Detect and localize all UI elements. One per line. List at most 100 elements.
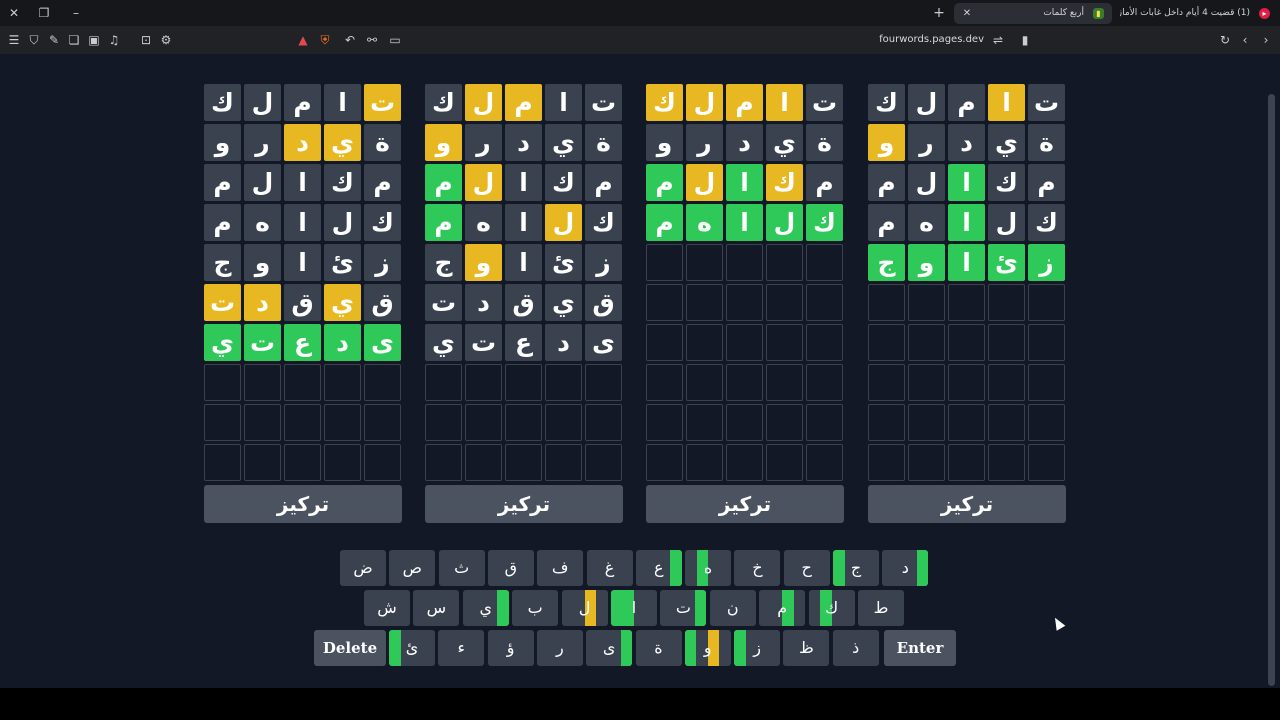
key[interactable]: ض [340,550,386,586]
alert-icon[interactable]: ▲ [293,30,313,50]
empty-tile [868,284,905,321]
key[interactable]: ر [536,630,583,666]
key[interactable]: ل [561,590,608,626]
focus-button[interactable]: تركيز [425,485,623,523]
translate-icon[interactable]: ⚯ [362,30,382,50]
tabs-icon[interactable]: ❏ [64,30,84,50]
key[interactable]: ت [660,590,707,626]
enter-key[interactable]: Enter [884,630,956,666]
key[interactable]: ه [685,550,732,586]
letter-tile: ل [686,84,723,121]
key-label: ه [703,558,713,577]
empty-tile [908,324,945,361]
pen-icon[interactable]: ✎ [44,30,64,50]
empty-tile [646,404,683,441]
key[interactable]: خ [734,550,781,586]
tab-fourwords[interactable]: ▮ أربع كلمات ✕ [954,3,1112,24]
delete-key[interactable]: Delete [314,630,386,666]
key[interactable]: ز [734,630,781,666]
letter-tile: ي [766,124,803,161]
key-label: ش [377,598,397,617]
letter-tile: ك [988,164,1025,201]
back-icon[interactable]: ‹ [1235,30,1255,50]
key[interactable]: م [759,590,806,626]
key[interactable]: ئ [389,630,435,666]
close-tab-icon[interactable]: ✕ [960,3,974,24]
empty-tile [425,364,462,401]
empty-tile [1028,404,1065,441]
extensions-icon[interactable]: ⚙ [156,30,176,50]
key[interactable]: ح [783,550,830,586]
letter-tile: ه [686,204,723,241]
url-bar[interactable]: fourwords.pages.dev [820,30,1020,50]
key[interactable]: ك [808,590,855,626]
key[interactable]: ذ [832,630,879,666]
letter-tile: م [646,164,683,201]
empty-tile [1028,444,1065,481]
minimize-window-icon[interactable]: – [66,3,86,23]
key[interactable]: ن [709,590,756,626]
key-state-segment [734,630,746,666]
key[interactable]: و [684,630,731,666]
key-label: و [703,638,712,657]
key[interactable]: ى [586,630,633,666]
key[interactable]: غ [586,550,633,586]
key[interactable]: ؤ [487,630,534,666]
reader-icon[interactable]: ▭ [385,30,405,50]
shield-icon[interactable]: ⛉ [24,30,44,50]
letter-tile: د [244,284,281,321]
key[interactable]: س [413,590,460,626]
focus-button[interactable]: تركيز [868,485,1066,523]
menu-icon[interactable]: ☰ [4,30,24,50]
key[interactable]: ش [364,590,410,626]
focus-button[interactable]: تركيز [646,485,844,523]
letter-tile: ا [948,164,985,201]
key[interactable]: ء [438,630,485,666]
tab-title: (1) قضيت 4 أيام داخل غابات الأمازون ! [1120,8,1250,18]
letter-tile: ز [585,244,622,281]
key[interactable]: ظ [783,630,830,666]
empty-tile [545,404,582,441]
key[interactable]: ة [635,630,682,666]
letter-tile: و [646,124,683,161]
board-1: ت ا م ل ك ة ي د ر و م ك ا ل م ك ل ا ه م ز ئ ا و ج ق ي ق د ت ى د ع ت ي تركيز [204,84,402,523]
key[interactable]: ي [462,590,509,626]
key[interactable]: ط [858,590,904,626]
letter-tile: ك [545,164,582,201]
key-label: ء [457,638,466,657]
empty-tile [988,284,1025,321]
screenshot-icon[interactable]: ⊡ [136,30,156,50]
page-scrollbar[interactable] [1268,94,1275,686]
forward-icon[interactable]: › [1256,30,1276,50]
key[interactable]: ث [438,550,485,586]
letter-tile: ك [585,204,622,241]
music-icon[interactable]: ♫ [104,30,124,50]
key[interactable]: ع [635,550,682,586]
key-label: ز [753,638,761,657]
restore-window-icon[interactable]: ❐ [34,3,54,23]
key[interactable]: ق [487,550,534,586]
new-tab-button[interactable]: + [930,3,948,23]
sidebar-icon[interactable]: ▣ [84,30,104,50]
key[interactable]: ا [611,590,657,626]
empty-tile [766,444,803,481]
letter-tile: ا [284,204,321,241]
letter-tile: ت [204,284,241,321]
undo-icon[interactable]: ↶ [340,30,360,50]
key[interactable]: د [882,550,929,586]
tab-youtube[interactable]: ▸ (1) قضيت 4 أيام داخل غابات الأمازون ! [1120,3,1278,24]
key[interactable]: ب [512,590,559,626]
letter-tile: ر [465,124,502,161]
key-label: س [426,598,447,617]
brave-shield-icon[interactable]: ⛨ [315,30,335,50]
letter-tile: ئ [324,244,361,281]
key[interactable]: ص [389,550,436,586]
letter-tile: ا [726,204,763,241]
close-window-icon[interactable]: ✕ [4,3,24,23]
empty-tile [726,324,763,361]
key[interactable]: ف [537,550,584,586]
letter-tile: ك [324,164,361,201]
key[interactable]: ج [833,550,879,586]
reload-icon[interactable]: ↻ [1215,30,1235,50]
focus-button[interactable]: تركيز [204,485,402,523]
